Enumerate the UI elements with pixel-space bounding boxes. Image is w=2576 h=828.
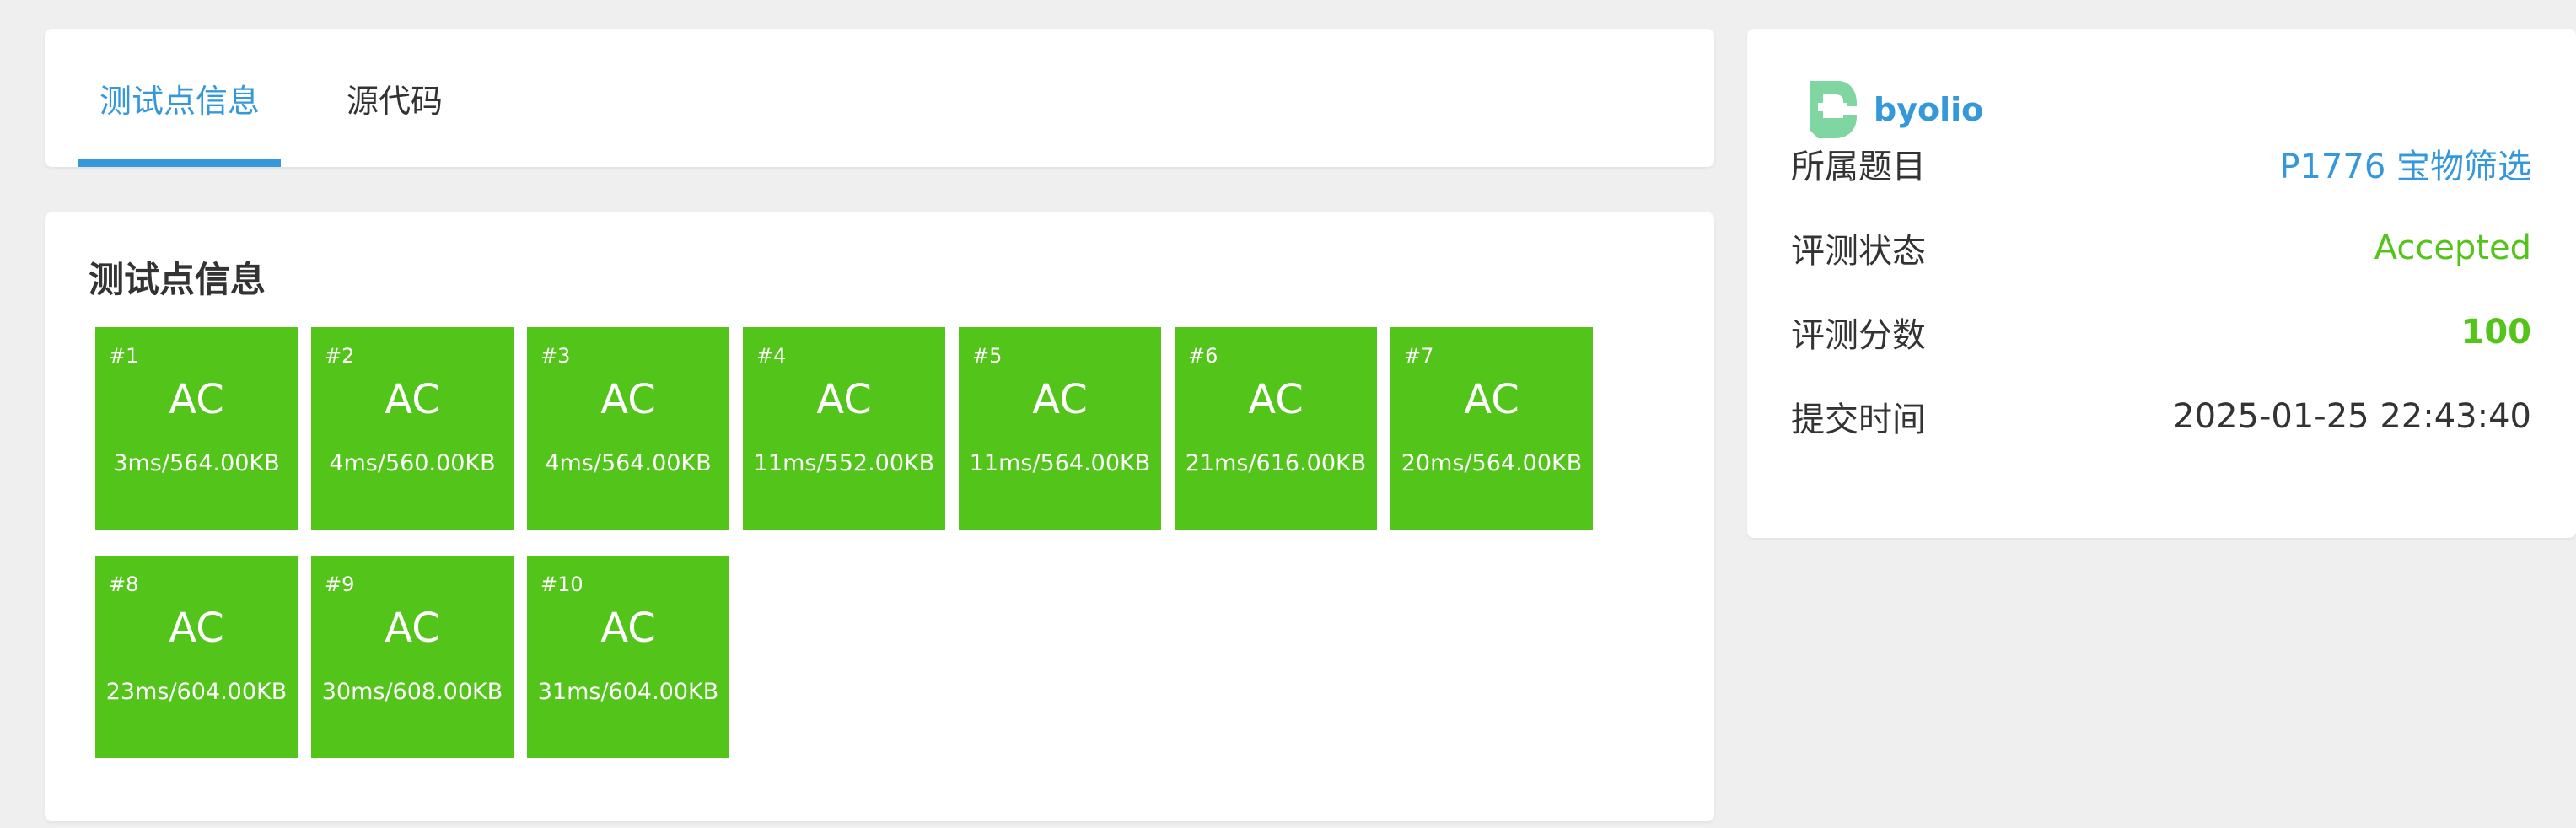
info-row-status: 评测状态 Accepted xyxy=(1791,223,2531,273)
user-info[interactable]: byolio xyxy=(1801,76,1983,143)
testcase-status: AC xyxy=(385,376,440,423)
testcase-status: AC xyxy=(1032,376,1088,423)
score-value: 100 xyxy=(2460,313,2532,352)
testcase-stats: 4ms/564.00KB xyxy=(545,450,712,476)
section-title: 测试点信息 xyxy=(89,259,266,300)
testcase-id: #8 xyxy=(109,573,139,596)
testcase-id: #10 xyxy=(540,573,583,596)
testcase-status: AC xyxy=(600,605,656,652)
testcase-stats: 11ms/564.00KB xyxy=(969,450,1151,476)
info-row-time: 提交时间 2025-01-25 22:43:40 xyxy=(1791,391,2531,442)
tab-label: 源代码 xyxy=(346,82,443,120)
submit-time-value: 2025-01-25 22:43:40 xyxy=(2173,397,2531,436)
testcase-stats: 3ms/564.00KB xyxy=(113,450,280,476)
testcase-tile[interactable]: #4 AC 11ms/552.00KB xyxy=(743,327,945,530)
score-label: 评测分数 xyxy=(1791,316,1926,355)
testcase-id: #6 xyxy=(1188,344,1218,368)
testcase-status: AC xyxy=(1248,376,1304,423)
user-logo-icon xyxy=(1810,81,1857,138)
active-tab-indicator xyxy=(78,159,281,167)
submit-time-label: 提交时间 xyxy=(1791,401,1926,439)
testcase-stats: 11ms/552.00KB xyxy=(753,450,935,476)
testcase-id: #4 xyxy=(756,344,787,368)
testcase-tile[interactable]: #5 AC 11ms/564.00KB xyxy=(959,327,1161,530)
testcase-status: AC xyxy=(169,376,224,423)
testcase-panel: 测试点信息 #1 AC 3ms/564.00KB #2 AC 4ms/560.00KB #3… xyxy=(45,212,1714,821)
username: byolio xyxy=(1874,91,1984,128)
testcase-stats: 30ms/608.00KB xyxy=(321,679,503,705)
tab-testcase-info[interactable]: 测试点信息 xyxy=(78,29,281,167)
tab-source-code[interactable]: 源代码 xyxy=(323,29,466,167)
tabs-card: 测试点信息 源代码 xyxy=(45,29,1714,167)
testcase-stats: 21ms/616.00KB xyxy=(1185,450,1367,476)
info-row-problem: 所属题目 P1776 宝物筛选 xyxy=(1791,138,2531,189)
testcase-id: #3 xyxy=(540,344,571,368)
testcase-status: AC xyxy=(169,605,224,652)
testcase-tile[interactable]: #8 AC 23ms/604.00KB xyxy=(95,556,298,758)
testcase-stats: 20ms/564.00KB xyxy=(1401,450,1583,476)
testcase-id: #7 xyxy=(1404,344,1434,368)
testcase-tile[interactable]: #9 AC 30ms/608.00KB xyxy=(311,556,514,758)
status-value: Accepted xyxy=(2374,229,2531,267)
testcase-tile[interactable]: #10 AC 31ms/604.00KB xyxy=(527,556,729,758)
testcase-id: #9 xyxy=(325,573,355,596)
testcase-status: AC xyxy=(816,376,872,423)
testcase-status: AC xyxy=(600,376,656,423)
testcase-tile[interactable]: #7 AC 20ms/564.00KB xyxy=(1390,327,1593,530)
tab-label: 测试点信息 xyxy=(99,82,260,120)
testcase-status: AC xyxy=(1464,376,1519,423)
testcase-tile[interactable]: #2 AC 4ms/560.00KB xyxy=(311,327,514,530)
status-label: 评测状态 xyxy=(1791,232,1926,271)
problem-label: 所属题目 xyxy=(1791,148,1926,186)
info-row-score: 评测分数 100 xyxy=(1791,307,2531,358)
testcase-status: AC xyxy=(385,605,440,652)
testcase-stats: 23ms/604.00KB xyxy=(105,679,288,705)
problem-link[interactable]: P1776 宝物筛选 xyxy=(2279,139,2531,188)
testcase-tile[interactable]: #3 AC 4ms/564.00KB xyxy=(527,327,729,530)
testcase-tile[interactable]: #1 AC 3ms/564.00KB xyxy=(95,327,298,530)
testcase-tile[interactable]: #6 AC 21ms/616.00KB xyxy=(1175,327,1377,530)
testcase-id: #5 xyxy=(972,344,1003,368)
testcase-id: #2 xyxy=(325,344,355,368)
testcase-id: #1 xyxy=(109,344,139,368)
submission-info-panel: byolio 所属题目 P1776 宝物筛选 评测状态 Accepted 评测分… xyxy=(1747,29,2576,538)
testcase-stats: 4ms/560.00KB xyxy=(329,450,496,476)
testcase-stats: 31ms/604.00KB xyxy=(537,679,719,705)
